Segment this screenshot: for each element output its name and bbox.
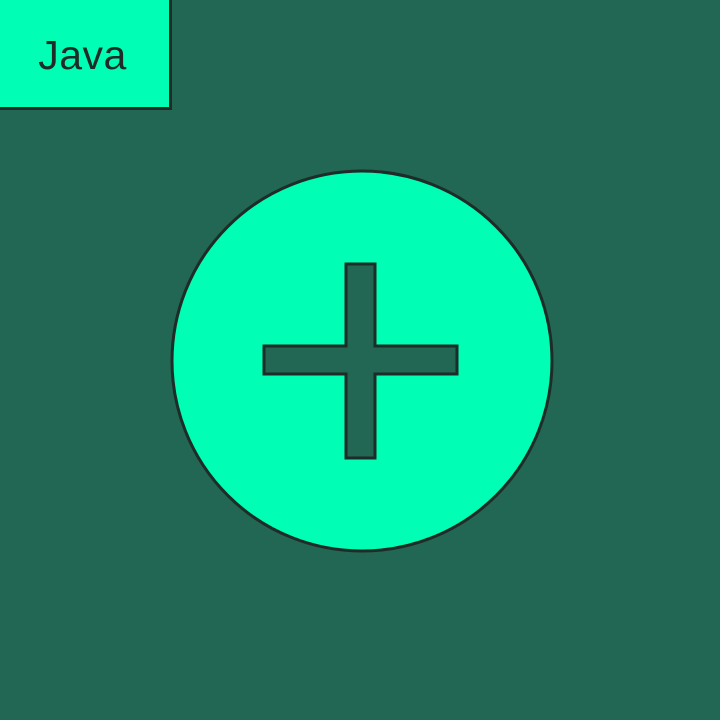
language-tag-label: Java (38, 32, 127, 78)
language-tag: Java (0, 0, 172, 110)
tile-canvas: Java (0, 0, 720, 720)
